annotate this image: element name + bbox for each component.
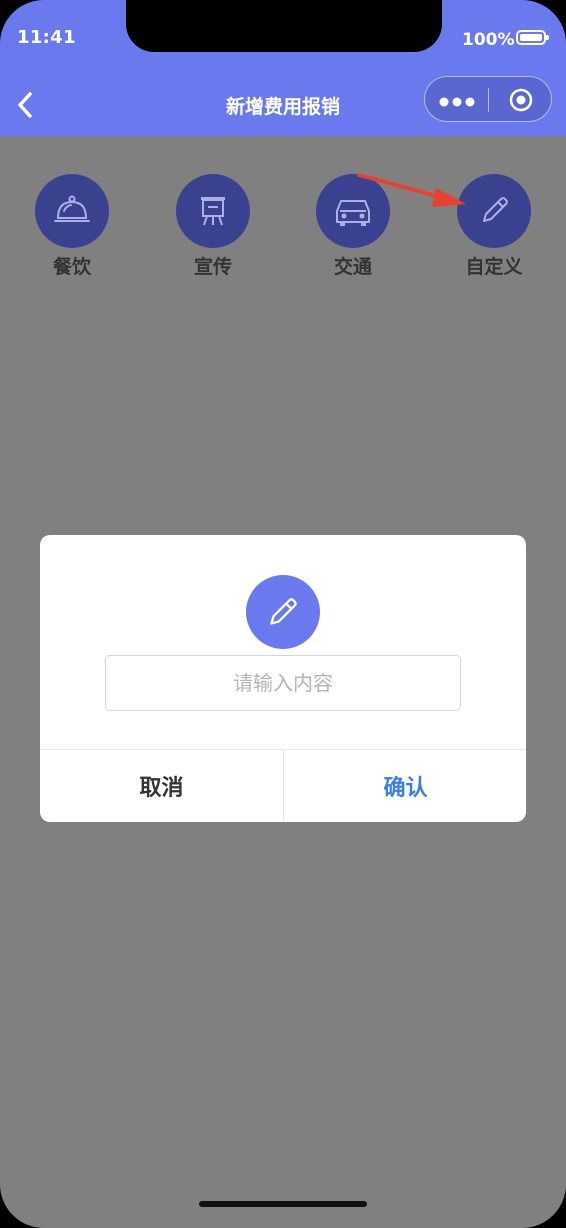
confirm-button[interactable]: 确认 bbox=[284, 750, 526, 822]
dialog-icon-circle bbox=[246, 575, 320, 649]
phone-screen: 11:41 100% 新增费用报销 餐饮 宣传 交通 自定义 请输入内容 取消 … bbox=[0, 0, 566, 1228]
category-icon-circle bbox=[176, 174, 250, 248]
miniprogram-capsule bbox=[424, 76, 552, 122]
category-label: 餐饮 bbox=[52, 256, 91, 278]
annotation-arrow bbox=[357, 173, 466, 207]
navigation-bar: 新增费用报销 bbox=[0, 72, 566, 136]
home-indicator[interactable] bbox=[199, 1201, 367, 1207]
category-icon-circle bbox=[35, 174, 109, 248]
status-time: 11:41 bbox=[17, 27, 76, 48]
category-promotion[interactable]: 宣传 bbox=[163, 174, 263, 284]
battery-icon bbox=[516, 30, 549, 45]
presentation-board-icon bbox=[201, 197, 225, 226]
category-label: 宣传 bbox=[193, 256, 232, 278]
capsule-divider bbox=[488, 88, 489, 112]
battery-percentage: 100% bbox=[462, 30, 515, 50]
pencil-icon bbox=[270, 598, 297, 625]
category-label: 交通 bbox=[333, 256, 372, 278]
custom-category-dialog: 取消 确认 bbox=[40, 535, 526, 822]
more-dots-icon[interactable] bbox=[439, 97, 475, 107]
content-input[interactable] bbox=[105, 655, 461, 711]
status-bar: 11:41 100% bbox=[0, 0, 566, 72]
pencil-icon bbox=[483, 197, 508, 222]
close-target-icon[interactable] bbox=[509, 88, 533, 112]
category-label: 自定义 bbox=[465, 256, 523, 278]
cancel-button[interactable]: 取消 bbox=[40, 750, 283, 822]
notch bbox=[126, 0, 442, 52]
category-dining[interactable]: 餐饮 bbox=[22, 174, 122, 284]
dining-cloche-icon bbox=[54, 195, 90, 222]
